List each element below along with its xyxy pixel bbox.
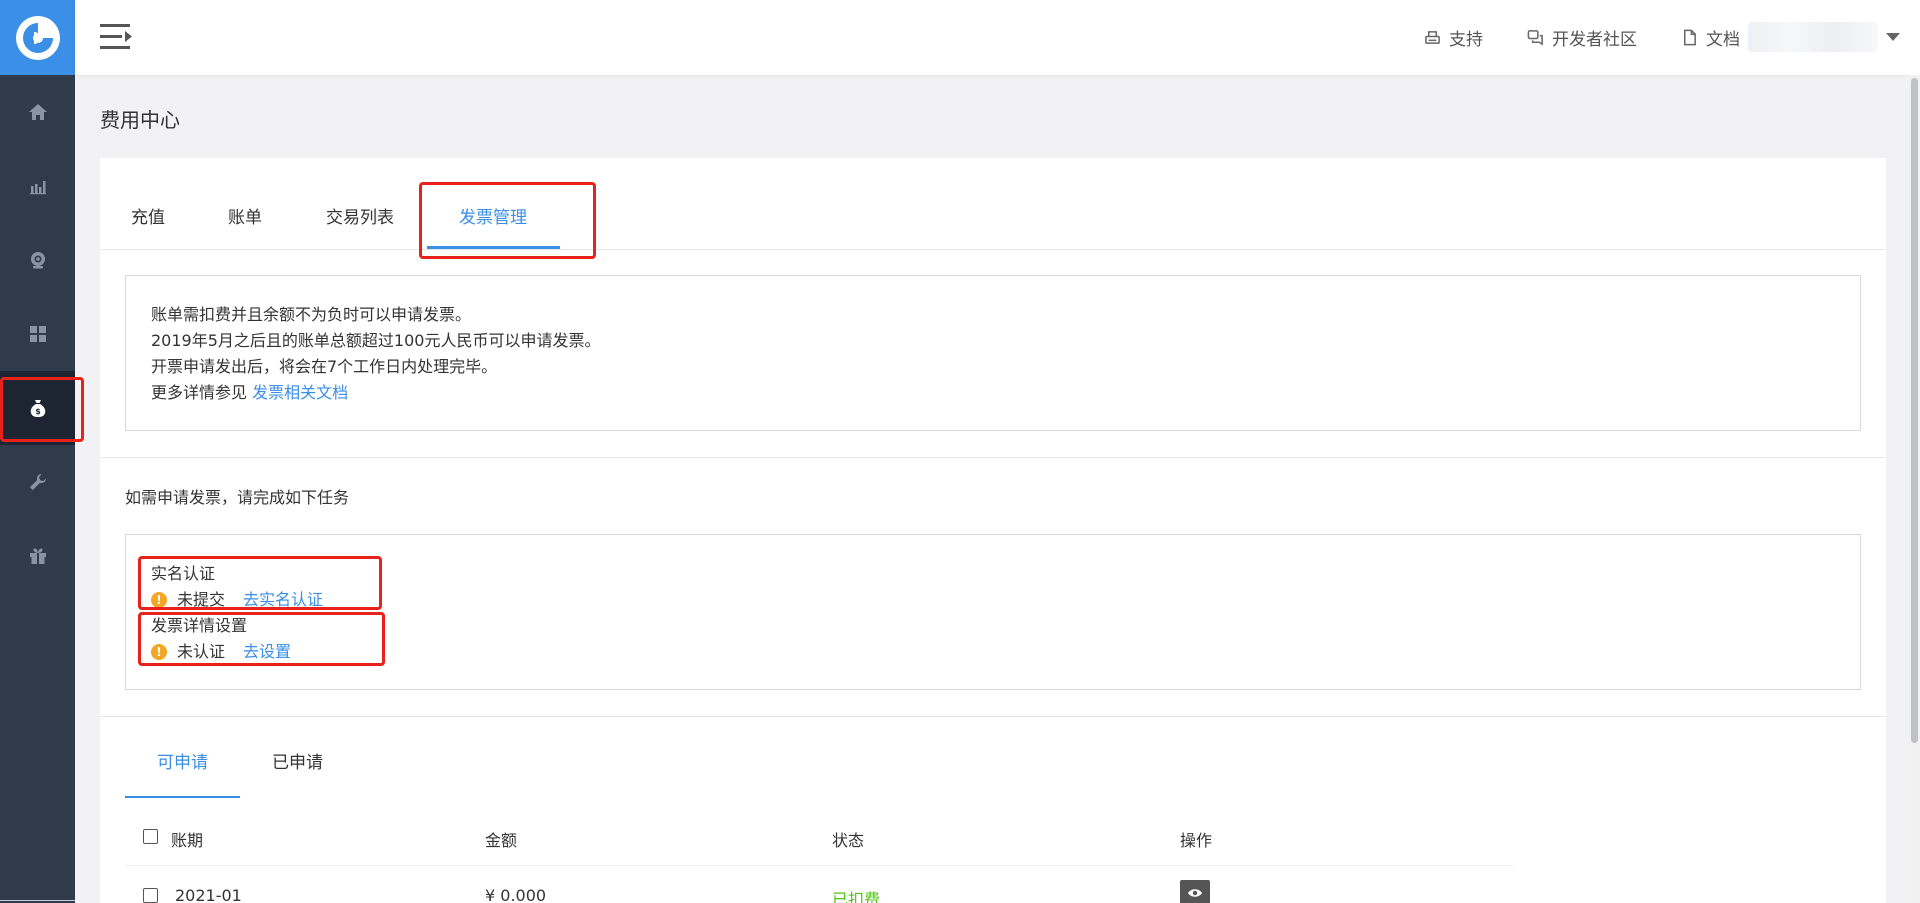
annotation-box: [138, 556, 382, 610]
document-icon: [1684, 29, 1696, 46]
tab-recharge[interactable]: 充值: [131, 203, 165, 228]
notice-line: 更多详情参见 发票相关文档: [151, 380, 1835, 406]
support-link-label: 支持: [1449, 30, 1483, 50]
docs-link-label: 文档: [1706, 30, 1740, 50]
subtab-bar: 可申请 已申请: [125, 728, 1861, 798]
page-title: 费用中心: [100, 108, 180, 132]
annotation-box: [419, 182, 596, 259]
printer-icon: [1425, 31, 1440, 44]
gift-icon: [29, 548, 46, 564]
table-header: 账期 金额 状态 操作: [125, 808, 1513, 866]
notice-line: 开票申请发出后，将会在7个工作日内处理完毕。: [151, 357, 498, 376]
active-subtab-indicator: [125, 796, 240, 798]
logo-icon: [15, 15, 60, 60]
sidebar-item-apps[interactable]: [0, 297, 75, 371]
column-period: 账期: [171, 831, 204, 850]
sidebar-item-home[interactable]: [0, 75, 75, 149]
sidebar: $: [0, 0, 75, 903]
subtab-available[interactable]: 可申请: [157, 748, 208, 773]
notice-line-prefix: 更多详情参见: [151, 383, 248, 402]
row-amount: ¥ 0.000: [485, 886, 547, 903]
annotation-box: [0, 377, 84, 442]
subtab-applied[interactable]: 已申请: [272, 748, 323, 773]
grid-icon: [29, 326, 46, 342]
task-box: 实名认证 ! 未提交 去实名认证 发票详情设置 ! 未认证 去设置: [125, 534, 1861, 690]
divider: [100, 716, 1886, 717]
home-icon: [28, 104, 47, 120]
row-period: 2021-01: [175, 886, 242, 903]
notice-line: 2019年5月之后且的账单总额超过100元人民币可以申请发票。: [151, 331, 601, 350]
eye-icon: [1180, 880, 1210, 903]
tab-bar: 充值 账单 交易列表 发票管理: [100, 158, 1886, 250]
row-checkbox[interactable]: [143, 888, 158, 903]
annotation-box: [138, 612, 385, 666]
column-status: 状态: [832, 831, 865, 850]
sidebar-item-statistics[interactable]: [0, 149, 75, 223]
table-row: 2021-01 ¥ 0.000 已扣费: [125, 866, 1513, 903]
notice-line: 账单需扣费并且余额不为负时可以申请发票。: [151, 305, 472, 324]
row-status: 已扣费: [832, 890, 881, 903]
column-amount: 金额: [485, 831, 518, 850]
menu-toggle-button[interactable]: [100, 22, 134, 52]
sidebar-item-tools[interactable]: [0, 445, 75, 519]
support-link[interactable]: 支持: [1424, 25, 1483, 50]
view-button[interactable]: [1180, 880, 1210, 903]
scrollbar-thumb[interactable]: [1911, 78, 1918, 743]
logo[interactable]: [0, 0, 75, 75]
user-menu[interactable]: [1748, 22, 1900, 52]
scrollbar[interactable]: [1908, 75, 1920, 903]
chat-icon: [1527, 30, 1543, 46]
notice-box: 账单需扣费并且余额不为负时可以申请发票。 2019年5月之后且的账单总额超过10…: [125, 275, 1861, 431]
community-link-label: 开发者社区: [1552, 30, 1637, 50]
sidebar-item-monitor[interactable]: [0, 223, 75, 297]
top-links: 支持 开发者社区 文档: [1424, 0, 1740, 75]
avatar: [1748, 22, 1878, 52]
tab-bills[interactable]: 账单: [228, 203, 262, 228]
docs-link[interactable]: 文档: [1681, 25, 1740, 50]
community-link[interactable]: 开发者社区: [1527, 25, 1637, 50]
divider: [0, 900, 75, 901]
sidebar-item-gifts[interactable]: [0, 519, 75, 593]
column-actions: 操作: [1180, 831, 1213, 850]
chevron-down-icon: [1886, 33, 1900, 41]
menu-collapse-icon: [100, 24, 132, 49]
wrench-icon: [29, 473, 46, 490]
divider: [100, 457, 1886, 458]
invoice-docs-link[interactable]: 发票相关文档: [252, 383, 348, 402]
camera-icon: [30, 252, 45, 269]
main-card: 充值 账单 交易列表 发票管理 账单需扣费并且余额不为负时可以申请发票。 201…: [100, 158, 1886, 903]
tab-transactions[interactable]: 交易列表: [326, 203, 394, 228]
select-all-checkbox[interactable]: [143, 829, 158, 848]
bar-chart-icon: [29, 181, 46, 195]
topbar: 支持 开发者社区 文档: [75, 0, 1920, 75]
task-heading: 如需申请发票，请完成如下任务: [125, 488, 350, 507]
